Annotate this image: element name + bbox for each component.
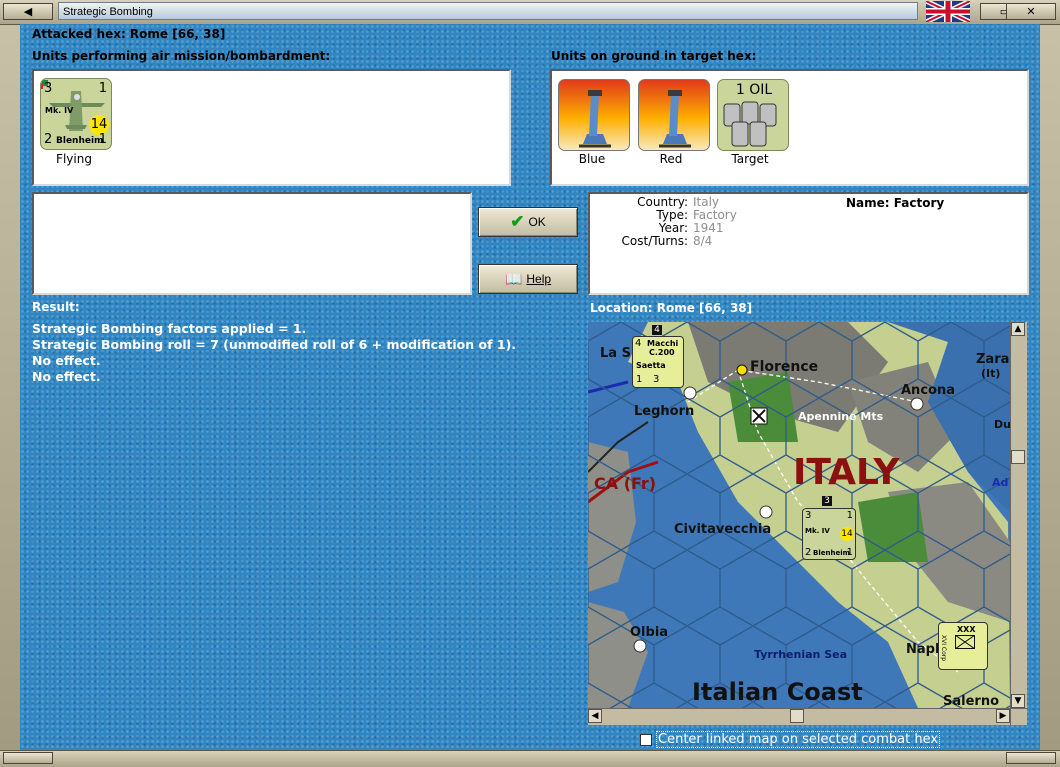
- uk-flag-icon: [926, 1, 970, 22]
- map-unit-corps[interactable]: XXX XVI Corp: [938, 622, 988, 670]
- window-title: Strategic Bombing: [58, 2, 918, 20]
- map-label-zara-it: (It): [981, 367, 1001, 380]
- map-label-salerno: Salerno: [943, 694, 1000, 708]
- flak-gun-icon: [579, 90, 611, 148]
- ok-button-label: OK: [528, 215, 546, 229]
- resize-grip-icon[interactable]: [1006, 752, 1056, 764]
- ground-units-label: Units on ground in target hex:: [551, 49, 757, 63]
- air-unit-caption: Flying: [56, 152, 92, 166]
- map-label-la-spezia: La S: [600, 346, 631, 361]
- unit-name-1: Macchi: [647, 339, 679, 348]
- ground-unit-caption-red: Red: [659, 152, 683, 166]
- info-key-cost: Cost/Turns:: [621, 234, 688, 248]
- map-vertical-scrollbar[interactable]: ▲ ▼: [1010, 322, 1027, 708]
- unit-side-label: XVI Corp: [940, 635, 947, 662]
- unit-bottom-1: 1: [636, 374, 643, 385]
- counter-name: Blenheim: [56, 136, 104, 146]
- scroll-thumb-horizontal[interactable]: [790, 709, 804, 723]
- map-label-naples: Napl: [906, 642, 940, 657]
- unit-size: XXX: [957, 625, 976, 634]
- map-label-leghorn: Leghorn: [634, 404, 695, 419]
- result-label: Result:: [32, 300, 80, 314]
- oil-barrels-icon: [723, 101, 777, 147]
- map-unit-blenheim[interactable]: 3 1 Mk. IV 14 2 Blenheim 1: [802, 508, 856, 560]
- ground-unit-red[interactable]: [638, 79, 710, 151]
- result-line: Strategic Bombing factors applied = 1.: [32, 321, 307, 336]
- window-back-button[interactable]: ◀: [3, 3, 53, 20]
- unit-level: 2: [805, 547, 812, 558]
- unit-type: Mk. IV: [805, 527, 830, 535]
- map-label-ancona: Ancona: [901, 383, 955, 398]
- map-label-apennine: Apennine Mts: [798, 410, 884, 423]
- info-value-cost: 8/4: [693, 234, 713, 248]
- ground-unit-caption-target: Target: [731, 152, 769, 166]
- bottom-left-handle[interactable]: [3, 752, 53, 764]
- stack-count-rome: 3: [822, 496, 832, 506]
- counter-level: 2: [44, 132, 53, 147]
- unit-range: 1: [846, 547, 853, 558]
- infantry-symbol-icon: [955, 635, 975, 649]
- linked-map[interactable]: La S Florence Ancona Zara (It) Leghorn A…: [588, 322, 1010, 708]
- ground-unit-blue[interactable]: [558, 79, 630, 151]
- result-line: No effect.: [32, 353, 101, 368]
- center-map-checkbox-label[interactable]: Center linked map on selected combat hex: [656, 731, 941, 748]
- center-map-checkbox[interactable]: [640, 734, 652, 746]
- checkmark-icon: ✔: [510, 212, 525, 231]
- map-horizontal-scrollbar[interactable]: ◀ ▶: [588, 708, 1010, 725]
- map-label-coast: Italian Coast: [692, 678, 863, 706]
- map-label-italy: ITALY: [793, 452, 900, 493]
- result-line: Strategic Bombing roll = 7 (unmodified r…: [32, 337, 517, 352]
- unit-counter-blenheim[interactable]: 3 1 Mk. IV 14 2 Blenheim 1: [40, 78, 112, 150]
- scroll-up-arrow-icon[interactable]: ▲: [1011, 322, 1025, 336]
- scroll-down-arrow-icon[interactable]: ▼: [1011, 694, 1025, 708]
- counter-attack: 3: [44, 81, 53, 96]
- location-label: Location: Rome [66, 38]: [590, 301, 753, 315]
- air-units-label: Units performing air mission/bombardment…: [32, 49, 331, 63]
- flak-gun-icon: [659, 90, 691, 148]
- ground-unit-caption-blue: Blue: [578, 152, 606, 166]
- map-label-zara: Zara: [976, 352, 1010, 367]
- status-bar: [0, 750, 1060, 767]
- help-button[interactable]: 📖 Help: [478, 264, 578, 294]
- counter-defense: 1: [98, 81, 107, 96]
- scroll-right-arrow-icon[interactable]: ▶: [996, 709, 1010, 723]
- unit-bottom-2: 3: [653, 374, 660, 385]
- scroll-thumb-vertical[interactable]: [1011, 450, 1025, 464]
- ok-button[interactable]: ✔ OK: [478, 207, 578, 237]
- unit-defense: 1: [846, 510, 853, 521]
- close-button[interactable]: ✕: [1006, 3, 1056, 20]
- unit-name-2: C.200: [649, 348, 675, 357]
- stack-count-north: 4: [652, 325, 662, 335]
- help-book-icon: 📖: [504, 270, 523, 287]
- result-line: No effect.: [32, 369, 101, 384]
- scroll-corner: [1010, 708, 1027, 725]
- counter-type: Mk. IV: [45, 106, 74, 115]
- unit-name: Blenheim: [813, 549, 850, 557]
- help-button-label: Help: [526, 272, 552, 286]
- attacked-hex-label: Attacked hex: Rome [66, 38]: [32, 27, 226, 41]
- scroll-left-arrow-icon[interactable]: ◀: [588, 709, 602, 723]
- map-label-civitavecchia: Civitavecchia: [674, 522, 772, 537]
- map-label-tyrrhenian: Tyrrhenian Sea: [754, 648, 848, 661]
- message-panel: [32, 192, 472, 295]
- target-name: Name: Factory: [846, 196, 945, 210]
- map-unit-macchi[interactable]: 4 Macchi C.200 Saetta 1 3: [632, 336, 684, 388]
- map-label-florence: Florence: [750, 359, 819, 375]
- map-label-olbia: Olbia: [630, 625, 669, 640]
- map-label-du: Du: [994, 418, 1010, 431]
- unit-movement: 14: [840, 527, 854, 541]
- ground-unit-target[interactable]: 1 OIL: [717, 79, 789, 151]
- map-label-corsica: CA (Fr): [594, 474, 657, 493]
- unit-name-3: Saetta: [636, 361, 666, 370]
- counter-range: 1: [98, 132, 107, 147]
- unit-attack: 3: [805, 510, 812, 521]
- map-label-ad: Ad: [992, 476, 1009, 489]
- unit-attack: 4: [635, 338, 642, 349]
